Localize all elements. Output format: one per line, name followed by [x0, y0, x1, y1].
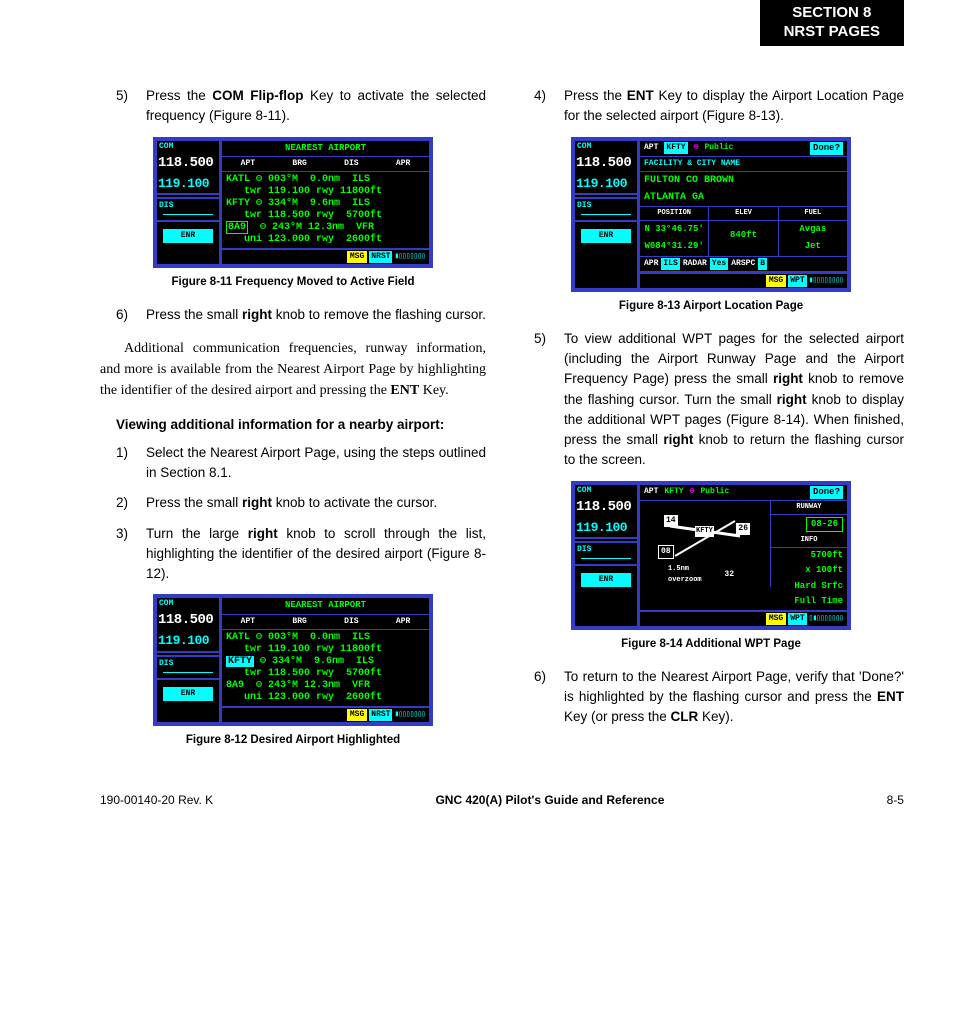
step-num: 6)	[116, 305, 146, 325]
done-button: Done?	[810, 142, 843, 156]
right-column: 4) Press the ENT Key to display the Airp…	[518, 80, 904, 763]
columns: 5) Press the COM Flip-flop Key to activa…	[100, 80, 904, 763]
gps-right-panel: NEAREST AIRPORT APT BRG DIS APR KATL ⊖ 0…	[222, 141, 429, 265]
footer-center: GNC 420(A) Pilot's Guide and Reference	[435, 793, 664, 807]
figure-8-13: COM 118.500 119.100 DIS ENR APT KFTY ⊖	[571, 137, 851, 292]
left-step-6: 6) Press the small right knob to remove …	[116, 305, 486, 325]
subheading: Viewing additional information for a nea…	[116, 415, 486, 435]
figure-8-14: COM 118.500 119.100 DIS ENR APT KFTY ⊖	[571, 481, 851, 630]
done-button: Done?	[810, 486, 843, 500]
caption-8-14: Figure 8-14 Additional WPT Page	[518, 636, 904, 653]
gps-left-panel: COM 118.500 119.100 DIS ENR	[157, 598, 222, 722]
left-r2: 2) Press the small right knob to activat…	[116, 493, 486, 513]
figure-8-11: COM 118.500 119.100 DIS ENR NEAREST AIRP…	[153, 137, 433, 269]
highlighted-ident: KFTY	[226, 656, 254, 667]
right-step-5: 5) To view additional WPT pages for the …	[534, 329, 904, 471]
paragraph-additional: Additional communication frequencies, ru…	[100, 338, 486, 401]
caption-8-11: Figure 8-11 Frequency Moved to Active Fi…	[100, 274, 486, 291]
left-r1: 1) Select the Nearest Airport Page, usin…	[116, 443, 486, 484]
runway-info-panel: RUNWAY 08-26 INFO 5700ft x 100ft Hard Sr…	[771, 501, 847, 610]
page-footer: 190-00140-20 Rev. K GNC 420(A) Pilot's G…	[100, 793, 904, 807]
caption-8-12: Figure 8-12 Desired Airport Highlighted	[100, 732, 486, 749]
figure-8-12: COM 118.500 119.100 DIS ENR NEAREST AIRP…	[153, 594, 433, 726]
gps-display-814: COM 118.500 119.100 DIS ENR APT KFTY ⊖	[571, 481, 851, 630]
runway-diagram-icon	[640, 501, 770, 587]
gps-col-headers: APT BRG DIS APR	[222, 157, 429, 172]
right-step-4: 4) Press the ENT Key to display the Airp…	[534, 86, 904, 127]
city-name: ATLANTA GA	[640, 189, 847, 207]
gps-title: NEAREST AIRPORT	[222, 141, 429, 158]
left-r3: 3) Turn the large right knob to scroll t…	[116, 524, 486, 585]
runway-map: 14 08 26 32 KFTY 1.5nmoverzoom	[640, 501, 771, 587]
gps-data-rows: KATL ⊖ 003°M 0.0nm ILS twr 119.100 rwy 1…	[222, 172, 429, 248]
gps-com-standby: 119.100	[157, 174, 219, 196]
page: SECTION 8 NRST PAGES 5) Press the COM Fl…	[0, 0, 954, 847]
banner-line-2: NRST PAGES	[784, 23, 880, 42]
gps-display-811: COM 118.500 119.100 DIS ENR NEAREST AIRP…	[153, 137, 433, 269]
enr-badge: ENR	[163, 229, 213, 243]
left-step-5: 5) Press the COM Flip-flop Key to activa…	[116, 86, 486, 127]
step-text: Press the small right knob to remove the…	[146, 305, 486, 325]
gps-display-812: COM 118.500 119.100 DIS ENR NEAREST AIRP…	[153, 594, 433, 726]
gps-com-active: 118.500	[157, 153, 219, 174]
gps-display-813: COM 118.500 119.100 DIS ENR APT KFTY ⊖	[571, 137, 851, 292]
footer-left: 190-00140-20 Rev. K	[100, 793, 213, 807]
right-step-6: 6) To return to the Nearest Airport Page…	[534, 667, 904, 728]
gps-footer: MSG NRST ▮▯▯▯▯▯▯▯	[222, 248, 429, 264]
airport-ident: KFTY	[664, 142, 687, 154]
step-text: Press the COM Flip-flop Key to activate …	[146, 86, 486, 127]
caption-8-13: Figure 8-13 Airport Location Page	[518, 298, 904, 315]
footer-right: 8-5	[887, 793, 904, 807]
gps-left-panel: COM 118.500 119.100 DIS ENR	[157, 141, 222, 265]
step-num: 5)	[116, 86, 146, 127]
left-column: 5) Press the COM Flip-flop Key to activa…	[100, 80, 486, 763]
section-banner: SECTION 8 NRST PAGES	[760, 0, 904, 46]
banner-line-1: SECTION 8	[784, 4, 880, 23]
gps-right-panel: NEAREST AIRPORT APT BRG DIS APR KATL ⊖ 0…	[222, 598, 429, 722]
facility-name: FULTON CO BROWN	[640, 172, 847, 189]
